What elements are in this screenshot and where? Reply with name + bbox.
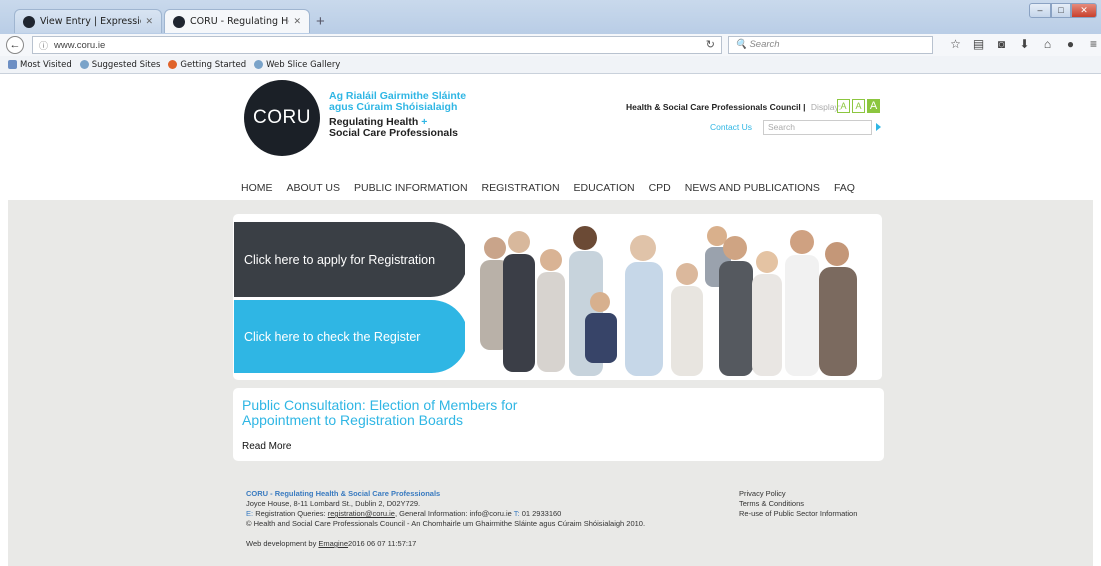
nav-public-information[interactable]: PUBLIC INFORMATION [354, 182, 468, 194]
registration-queries-label: Registration Queries: [255, 509, 326, 518]
web-dev-prefix: Web development by [246, 539, 317, 548]
folder-icon [8, 60, 17, 69]
nav-home[interactable]: HOME [241, 182, 273, 194]
main-navigation: HOME ABOUT US PUBLIC INFORMATION REGISTR… [241, 182, 869, 194]
nav-about-us[interactable]: ABOUT US [287, 182, 340, 194]
firefox-icon [168, 60, 178, 69]
menu-icon[interactable]: ≡ [1082, 37, 1101, 51]
nav-cpd[interactable]: CPD [649, 182, 671, 194]
logo-text: CORU [253, 107, 311, 128]
close-tab-icon[interactable]: ✕ [293, 17, 301, 27]
telephone-label: T: [513, 509, 520, 518]
tagline-irish-line2: agus Cúraim Shóisialaigh [329, 101, 458, 113]
footer-links: Privacy Policy Terms & Conditions Re-use… [739, 489, 857, 519]
maximize-window-icon[interactable]: □ [1051, 3, 1071, 18]
coru-website: CORU Ag Rialáil Gairmithe Sláinte agus C… [0, 75, 1101, 566]
footer-org-name: CORU - Regulating Health & Social Care P… [246, 489, 441, 498]
close-window-icon[interactable]: ✕ [1071, 3, 1097, 18]
reuse-info-link[interactable]: Re-use of Public Sector Information [739, 509, 857, 519]
ie-globe-icon [254, 60, 264, 69]
url-bar[interactable]: ⓘ www.coru.ie ↻ [32, 36, 722, 54]
logo-tagline-english: Regulating Health + Social Care Professi… [329, 117, 458, 139]
browser-tab-view-entry[interactable]: View Entry | ExpressionEngi... ✕ [14, 9, 162, 33]
tab-favicon-icon [23, 15, 35, 28]
close-tab-icon[interactable]: ✕ [145, 17, 153, 27]
email-label: E: [246, 509, 254, 518]
font-size-medium-button[interactable]: A [852, 99, 865, 113]
back-arrow-icon[interactable]: ← [6, 36, 24, 54]
apply-registration-button[interactable]: Click here to apply for Registration [234, 222, 468, 297]
telephone-number: 01 2933160 [521, 509, 562, 518]
bookmark-label: Suggested Sites [91, 59, 161, 70]
home-icon[interactable]: ⌂ [1036, 37, 1059, 51]
privacy-policy-link[interactable]: Privacy Policy [739, 489, 857, 499]
web-dev-date: 2016 06 07 11:57:17 [348, 539, 417, 548]
browser-tab-coru[interactable]: CORU - Regulating Health ... ✕ [164, 9, 310, 33]
check-register-button[interactable]: Click here to check the Register [234, 300, 468, 373]
registration-email-link[interactable]: registration@coru.ie [328, 509, 395, 518]
nav-education[interactable]: EDUCATION [574, 182, 635, 194]
bookmark-most-visited[interactable]: Most Visited [8, 60, 72, 70]
news-headline-link[interactable]: Public Consultation: Election of Members… [242, 398, 562, 428]
download-icon[interactable]: ⬇ [1013, 37, 1036, 51]
browser-nav-bar: ← ⓘ www.coru.ie ↻ 🔍 Search ☆ ▤ ◙ ⬇ ⌂ ● ≡ [0, 34, 1101, 56]
bookmark-star-icon[interactable]: ☆ [944, 37, 967, 51]
reload-icon[interactable]: ↻ [706, 38, 715, 51]
nav-faq[interactable]: FAQ [834, 182, 855, 194]
font-size-small-button[interactable]: A [837, 99, 850, 113]
pocket-icon[interactable]: ◙ [990, 37, 1013, 51]
group-photo-image [465, 218, 882, 376]
contact-us-link[interactable]: Contact Us [710, 122, 752, 132]
minimize-window-icon[interactable]: – [1029, 3, 1051, 18]
footer-address: Joyce House, 8-11 Lombard St., Dublin 2,… [246, 499, 421, 508]
site-info-icon[interactable]: ⓘ [39, 39, 48, 52]
url-text[interactable]: www.coru.ie [54, 40, 105, 51]
logo-tagline-irish: Ag Rialáil Gairmithe Sláinte agus Cúraim… [329, 91, 466, 113]
bookmarks-bar: Most Visited Suggested Sites Getting Sta… [0, 56, 1101, 74]
browser-tab-bar: View Entry | ExpressionEngi... ✕ CORU - … [0, 0, 1101, 34]
font-size-large-button[interactable]: A [867, 99, 880, 113]
tab-title: CORU - Regulating Health ... [190, 16, 289, 27]
news-panel: Public Consultation: Election of Members… [233, 388, 884, 461]
browser-search-placeholder: Search [749, 39, 780, 50]
reading-list-icon[interactable]: ▤ [967, 37, 990, 51]
bookmark-label: Most Visited [20, 59, 72, 70]
bookmark-suggested-sites[interactable]: Suggested Sites [79, 59, 161, 70]
nav-registration[interactable]: REGISTRATION [482, 182, 560, 194]
new-tab-button[interactable]: + [316, 13, 325, 30]
tab-title: View Entry | ExpressionEngi... [40, 16, 141, 27]
footer-copyright: © Health and Social Care Professionals C… [246, 519, 646, 528]
browser-search-input[interactable]: 🔍 Search [728, 36, 933, 54]
council-name-bar: Health & Social Care Professionals Counc… [626, 102, 842, 112]
window-controls: – □ ✕ [1029, 3, 1097, 18]
site-search-input[interactable]: Search [763, 120, 872, 135]
tab-favicon-icon [173, 15, 185, 28]
tagline-english-line2: Social Care Professionals [329, 127, 458, 139]
bookmark-label: Web Slice Gallery [266, 59, 341, 70]
general-info-text: , General Information: info@coru.ie [394, 509, 512, 518]
chat-icon[interactable]: ● [1059, 37, 1082, 51]
ie-globe-icon [79, 60, 89, 69]
font-size-controls: A A A [837, 99, 882, 113]
hero-banner: Click here to apply for Registration Cli… [233, 214, 882, 380]
read-more-link[interactable]: Read More [242, 441, 291, 452]
bookmark-label: Getting Started [180, 59, 247, 70]
coru-logo[interactable]: CORU [244, 80, 320, 156]
bookmark-web-slice-gallery[interactable]: Web Slice Gallery [254, 60, 340, 70]
browser-toolbar-icons: ☆ ▤ ◙ ⬇ ⌂ ● ≡ [944, 37, 1101, 51]
search-arrow-icon[interactable] [876, 123, 881, 131]
council-name: Health & Social Care Professionals Counc… [626, 102, 801, 112]
nav-news-and-publications[interactable]: NEWS AND PUBLICATIONS [685, 182, 820, 194]
bookmark-getting-started[interactable]: Getting Started [168, 60, 246, 70]
footer-contact-line: E: Registration Queries: registration@co… [246, 509, 645, 519]
footer-contact: CORU - Regulating Health & Social Care P… [246, 489, 645, 549]
terms-conditions-link[interactable]: Terms & Conditions [739, 499, 857, 509]
web-dev-company-link[interactable]: Emagine [318, 539, 348, 548]
footer-web-dev: Web development by Emagine2016 06 07 11:… [246, 539, 645, 549]
